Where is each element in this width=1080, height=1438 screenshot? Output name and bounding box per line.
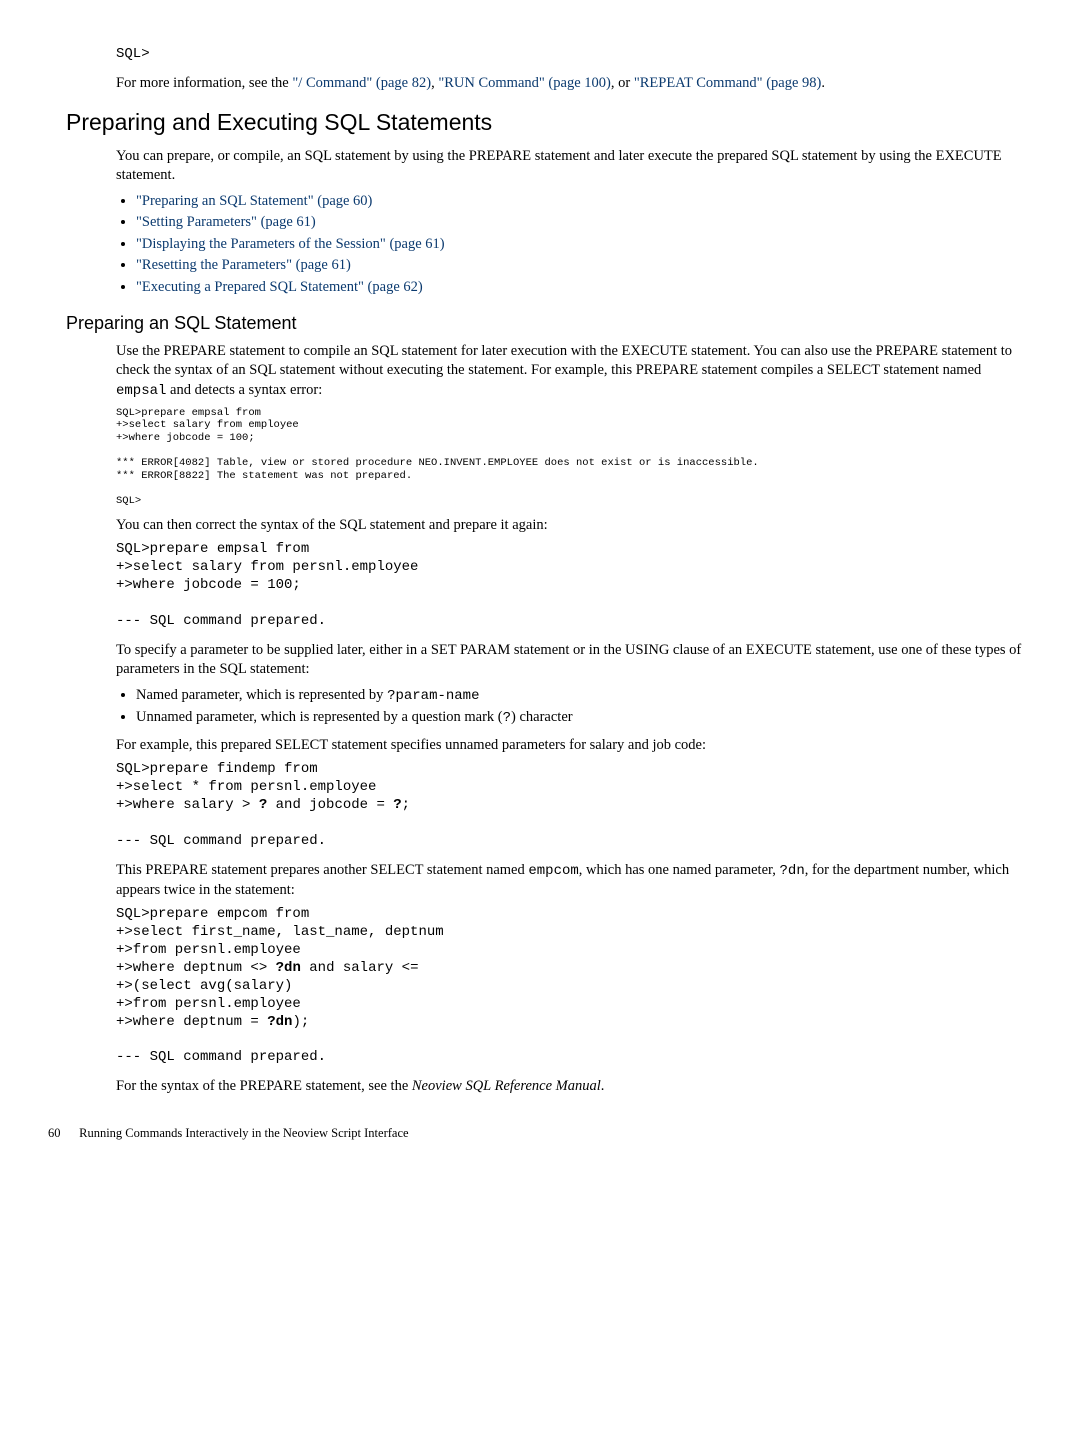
code-block-findemp: SQL>prepare findemp from +>select * from…	[116, 761, 1032, 851]
ref-manual: Neoview SQL Reference Manual	[412, 1078, 601, 1094]
link-repeat-command[interactable]: "REPEAT Command" (page 98)	[634, 75, 822, 91]
link-setting-parameters[interactable]: "Setting Parameters" (page 61)	[136, 214, 316, 230]
code-sql-prompt: SQL>	[116, 46, 1032, 64]
text: , or	[611, 75, 634, 91]
para-parameter-types: To specify a parameter to be supplied la…	[116, 641, 1032, 680]
list-item: "Displaying the Parameters of the Sessio…	[136, 235, 1032, 255]
code-param-name: ?param-name	[387, 688, 479, 704]
list-item: "Executing a Prepared SQL Statement" (pa…	[136, 278, 1032, 298]
link-preparing-sql[interactable]: "Preparing an SQL Statement" (page 60)	[136, 193, 372, 209]
page-footer: 60 Running Commands Interactively in the…	[48, 1125, 1032, 1142]
heading-preparing-sql: Preparing an SQL Statement	[66, 311, 1032, 335]
footer-title: Running Commands Interactively in the Ne…	[79, 1126, 408, 1140]
text: Unnamed parameter, which is represented …	[136, 709, 503, 725]
text: and detects a syntax error:	[166, 382, 322, 398]
text: For the syntax of the PREPARE statement,…	[116, 1078, 412, 1094]
list-item: "Preparing an SQL Statement" (page 60)	[136, 192, 1032, 212]
list-item: Named parameter, which is represented by…	[136, 686, 1032, 706]
link-list-1: "Preparing an SQL Statement" (page 60) "…	[116, 192, 1032, 298]
link-run-command[interactable]: "RUN Command" (page 100)	[438, 75, 611, 91]
link-resetting-parameters[interactable]: "Resetting the Parameters" (page 61)	[136, 257, 351, 273]
text: For more information, see the	[116, 75, 292, 91]
heading-preparing-executing: Preparing and Executing SQL Statements	[66, 107, 1032, 138]
param-type-list: Named parameter, which is represented by…	[116, 686, 1032, 728]
text: Named parameter, which is represented by	[136, 687, 387, 703]
text: , which has one named parameter,	[579, 862, 780, 878]
link-displaying-parameters[interactable]: "Displaying the Parameters of the Sessio…	[136, 236, 445, 252]
code-block-empcom: SQL>prepare empcom from +>select first_n…	[116, 906, 1032, 1067]
text: This PREPARE statement prepares another …	[116, 862, 528, 878]
link-slash-command[interactable]: "/ Command" (page 82)	[292, 75, 431, 91]
para-prepare-desc: Use the PREPARE statement to compile an …	[116, 342, 1032, 401]
para-unnamed-example: For example, this prepared SELECT statem…	[116, 736, 1032, 756]
para-empcom: This PREPARE statement prepares another …	[116, 861, 1032, 900]
code-empcom: empcom	[528, 863, 578, 879]
code-empsal: empsal	[116, 383, 166, 399]
code-block-prepared: SQL>prepare empsal from +>select salary …	[116, 541, 1032, 631]
link-executing-prepared[interactable]: "Executing a Prepared SQL Statement" (pa…	[136, 279, 423, 295]
text: .	[601, 1078, 605, 1094]
text: Use the PREPARE statement to compile an …	[116, 343, 1012, 379]
intro-para: For more information, see the "/ Command…	[116, 74, 1032, 94]
para-reference: For the syntax of the PREPARE statement,…	[116, 1077, 1032, 1097]
code-question-mark: ?	[503, 710, 511, 726]
list-item: Unnamed parameter, which is represented …	[136, 708, 1032, 728]
code-block-error: SQL>prepare empsal from +>select salary …	[116, 407, 1032, 508]
list-item: "Resetting the Parameters" (page 61)	[136, 256, 1032, 276]
para-prepare-intro: You can prepare, or compile, an SQL stat…	[116, 147, 1032, 186]
list-item: "Setting Parameters" (page 61)	[136, 213, 1032, 233]
page-number: 60	[48, 1125, 76, 1142]
code-dn: ?dn	[780, 863, 805, 879]
para-correct-syntax: You can then correct the syntax of the S…	[116, 516, 1032, 536]
text: .	[821, 75, 825, 91]
text: ) character	[511, 709, 573, 725]
